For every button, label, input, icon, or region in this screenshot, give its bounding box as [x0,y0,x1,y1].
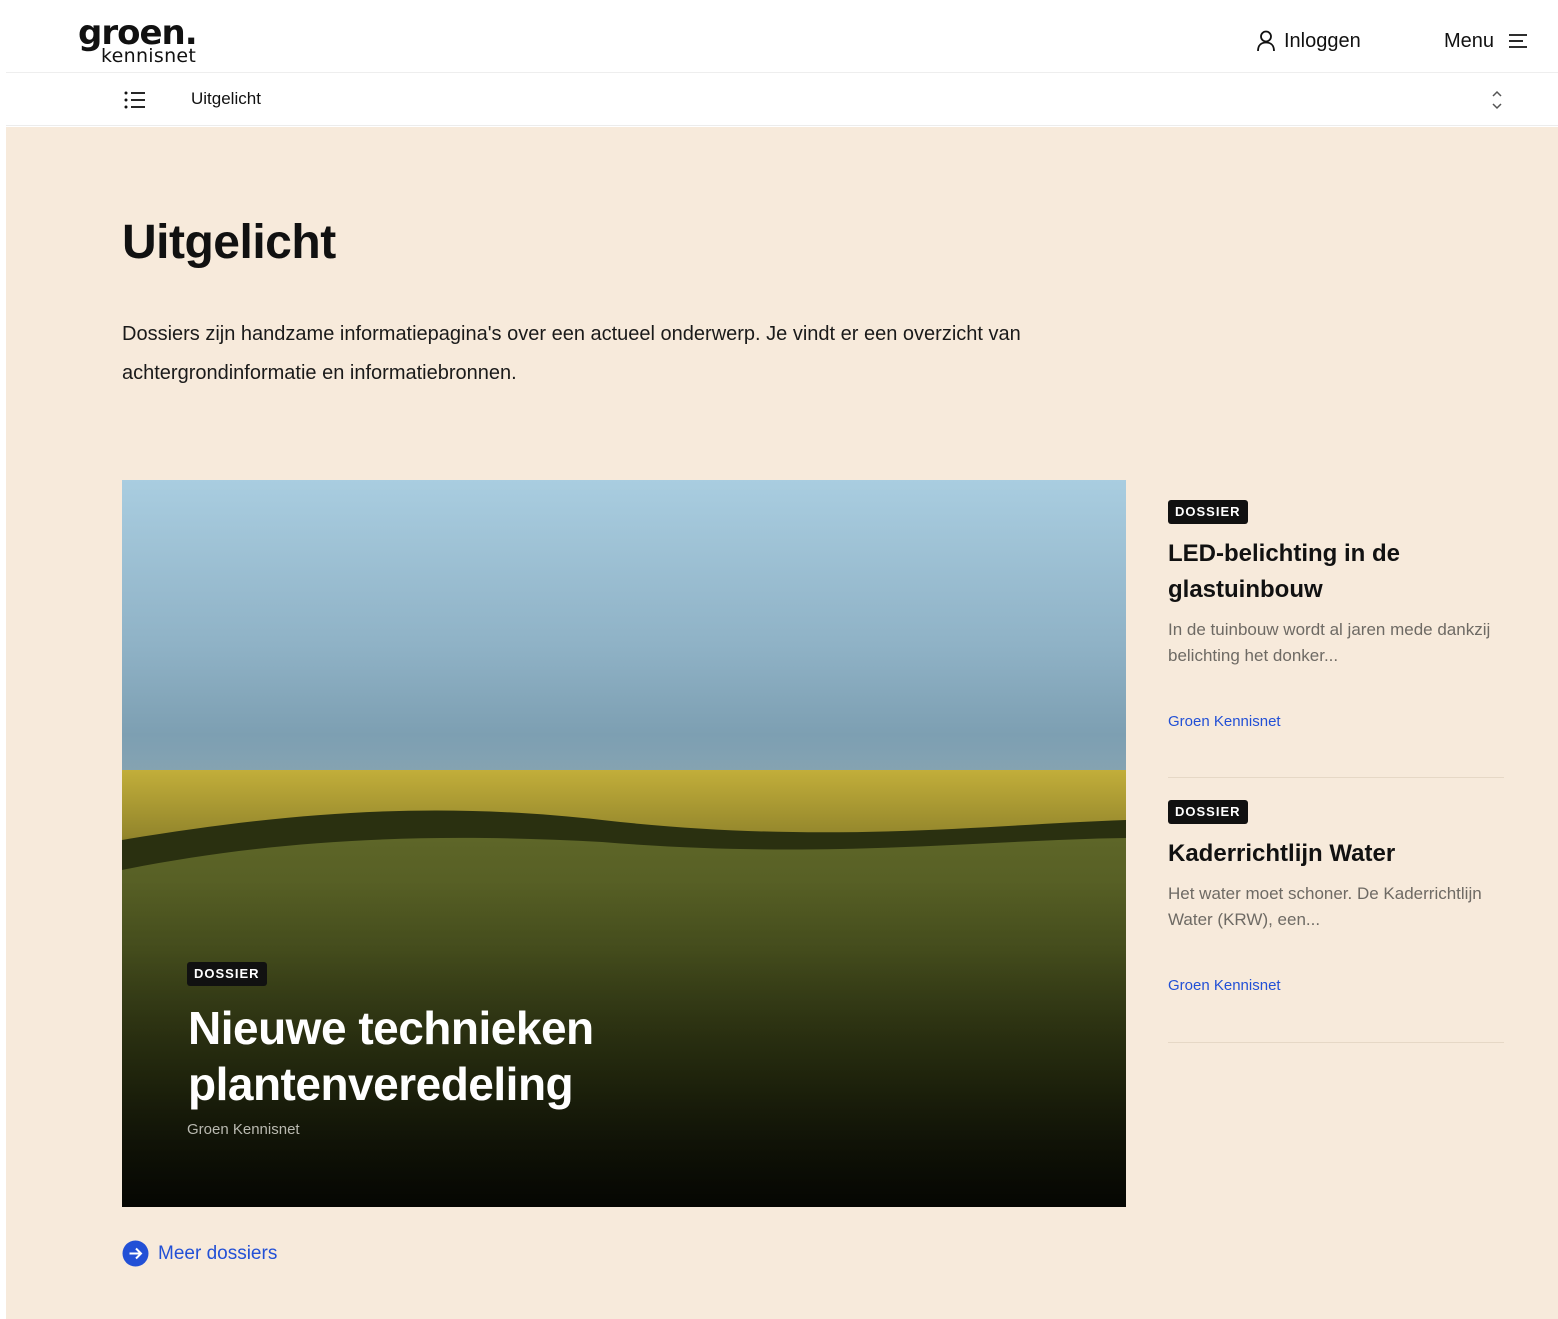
dossier-source[interactable]: Groen Kennisnet [1168,977,1281,994]
page: groen. kennisnet Inloggen Menu Uitgelich… [6,0,1558,1319]
dossier-source[interactable]: Groen Kennisnet [1168,713,1281,730]
dossier-list-item[interactable]: DOSSIER LED-belichting in de glastuinbou… [1168,500,1504,778]
more-dossiers-link[interactable]: Meer dossiers [122,1240,277,1267]
dossier-list-item[interactable]: DOSSIER Kaderrichtlijn Water Het water m… [1168,800,1504,1043]
featured-dossier-card[interactable]: DOSSIER Nieuwe technieken plantenveredel… [122,480,1126,1207]
menu-label: Menu [1444,29,1495,52]
arrow-right-circle-icon [122,1240,149,1267]
login-label: Inloggen [1284,29,1361,52]
login-button[interactable]: Inloggen [1256,26,1361,56]
section-nav-current[interactable]: Uitgelicht [191,88,261,110]
dossier-title[interactable]: Kaderrichtlijn Water [1168,836,1498,872]
section-nav: Uitgelicht [6,74,1558,126]
more-dossiers-label: Meer dossiers [158,1242,278,1264]
featured-dossier-title[interactable]: Nieuwe technieken plantenveredeling [188,1000,828,1112]
page-title: Uitgelicht [122,216,336,269]
user-icon [1257,30,1275,52]
dossier-badge: DOSSIER [1168,500,1248,524]
site-logo[interactable]: groen. kennisnet [78,14,208,68]
site-header: groen. kennisnet Inloggen Menu [6,0,1558,73]
hamburger-icon [1509,34,1528,48]
dossier-description: Het water moet schoner. De Kaderrichtlij… [1168,884,1482,929]
dossier-title[interactable]: LED-belichting in de glastuinbouw [1168,536,1498,608]
logo-sub-text: kennisnet [101,45,197,67]
featured-dossier-source: Groen Kennisnet [187,1121,300,1138]
dossier-description: In de tuinbouw wordt al jaren mede dankz… [1168,620,1491,665]
menu-button[interactable]: Menu [1444,26,1528,56]
sort-icon[interactable] [1488,87,1506,113]
dossier-badge: DOSSIER [1168,800,1248,824]
featured-dossier-badge: DOSSIER [187,962,267,986]
list-icon[interactable] [123,88,147,112]
page-intro: Dossiers zijn handzame informatiepagina'… [122,323,1021,384]
main-content: Uitgelicht Dossiers zijn handzame inform… [6,127,1558,1319]
